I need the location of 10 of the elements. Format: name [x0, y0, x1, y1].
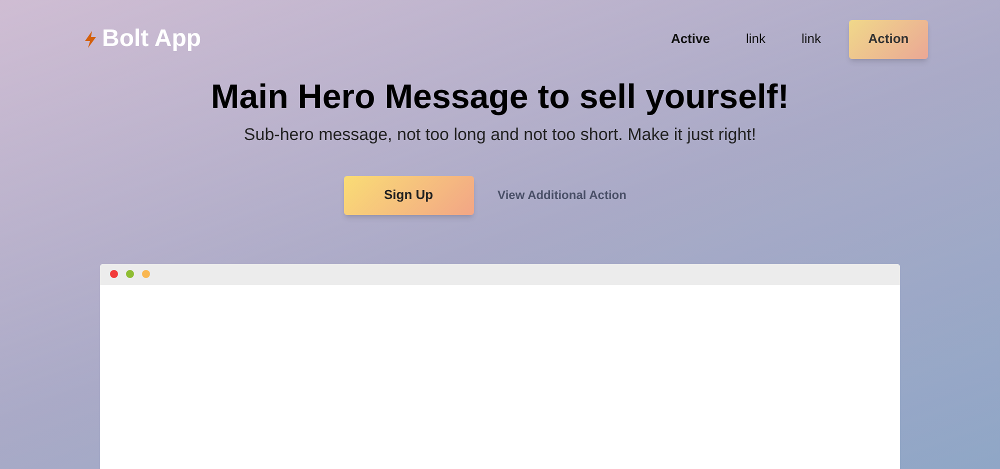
brand-name: Bolt App — [102, 24, 202, 54]
hero-title: Main Hero Message to sell yourself! — [210, 77, 790, 118]
nav-link[interactable]: link — [732, 23, 780, 55]
nav-link[interactable]: link — [787, 23, 835, 55]
nav-link[interactable]: Active — [656, 23, 724, 55]
action-button[interactable]: Action — [849, 20, 928, 58]
sign-up-button[interactable]: Sign Up — [344, 176, 474, 214]
hero-subtitle: Sub-hero message, not too long and not too short. Make it just right! — [244, 124, 756, 146]
lightning-bolt-icon — [85, 30, 96, 48]
additional-action-link[interactable]: View Additional Action — [498, 186, 626, 204]
